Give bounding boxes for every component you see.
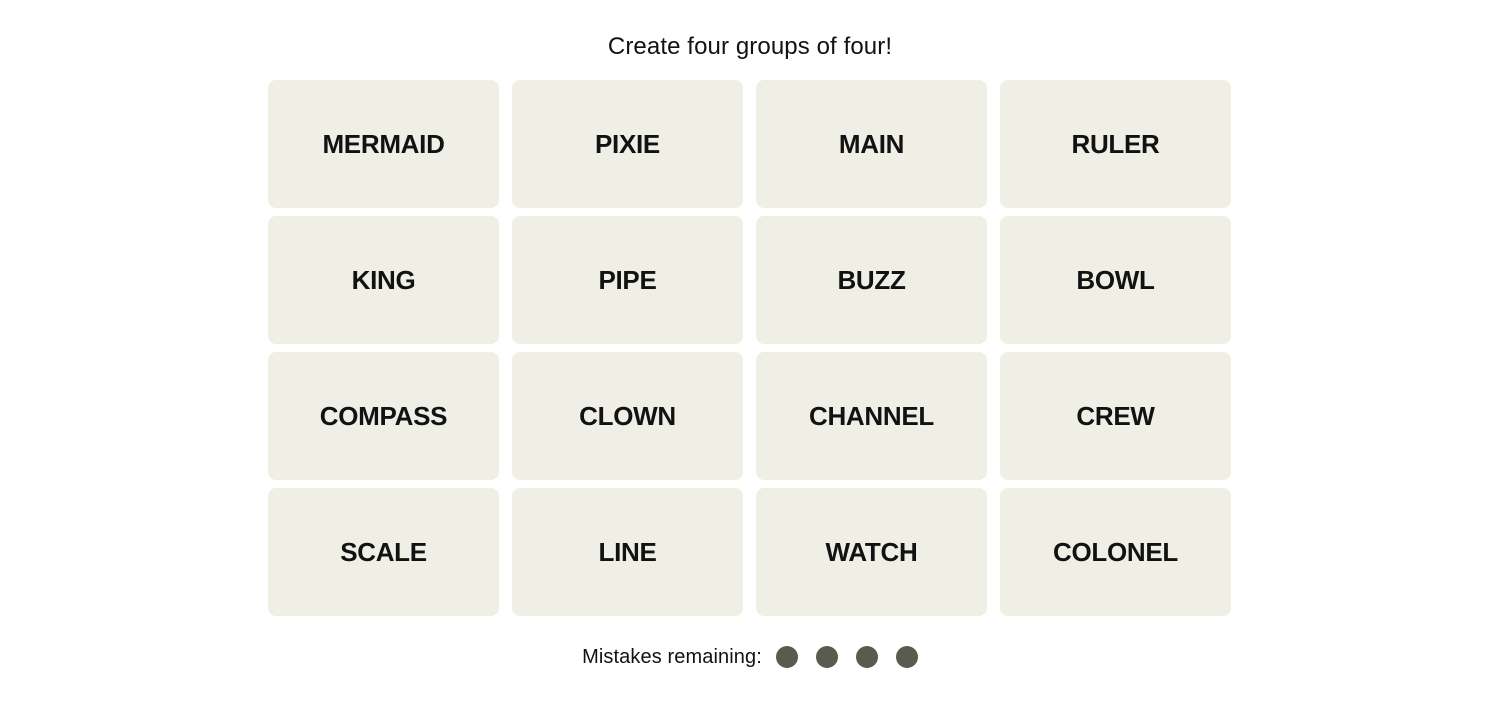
word-tile[interactable]: CHANNEL bbox=[756, 352, 987, 480]
mistakes-remaining-bar: Mistakes remaining: bbox=[582, 642, 918, 672]
word-tile-label: MERMAID bbox=[322, 129, 445, 159]
mistakes-remaining-label: Mistakes remaining: bbox=[582, 646, 762, 668]
word-tile[interactable]: MERMAID bbox=[268, 80, 499, 208]
word-tile-label: COMPASS bbox=[319, 401, 448, 431]
word-tile-label: KING bbox=[351, 265, 416, 295]
mistake-dot-icon bbox=[855, 646, 878, 668]
word-tile[interactable]: MAIN bbox=[756, 80, 987, 208]
word-tile-label: SCALE bbox=[340, 537, 427, 567]
word-tile-label: COLONEL bbox=[1052, 537, 1178, 567]
word-tile[interactable]: COMPASS bbox=[268, 352, 499, 480]
word-tile-label: PIPE bbox=[598, 265, 657, 295]
word-tile-label: MAIN bbox=[838, 129, 905, 159]
word-tile-label: BUZZ bbox=[837, 265, 906, 295]
word-tile-label: WATCH bbox=[825, 537, 918, 567]
word-tile[interactable]: CLOWN bbox=[512, 352, 743, 480]
word-tile-label: PIXIE bbox=[595, 129, 660, 159]
word-tile[interactable]: WATCH bbox=[756, 488, 987, 616]
word-tile-label: LINE bbox=[598, 537, 657, 567]
word-tile[interactable]: COLONEL bbox=[1000, 488, 1231, 616]
mistake-dot-icon bbox=[895, 646, 918, 668]
word-tile[interactable]: LINE bbox=[512, 488, 743, 616]
word-tile-label: RULER bbox=[1071, 129, 1160, 159]
page-title: Create four groups of four! bbox=[607, 33, 893, 60]
word-tile[interactable]: PIXIE bbox=[512, 80, 743, 208]
mistake-dot-icon bbox=[815, 646, 838, 668]
mistake-dots bbox=[775, 646, 918, 668]
connections-game: Create four groups of four! MERMAID PIXI… bbox=[0, 0, 1500, 727]
word-grid: MERMAID PIXIE MAIN RULER KING PIPE BUZZ … bbox=[268, 80, 1232, 616]
word-tile[interactable]: BUZZ bbox=[756, 216, 987, 344]
word-tile-label: CREW bbox=[1076, 401, 1155, 431]
word-tile[interactable]: CREW bbox=[1000, 352, 1231, 480]
word-tile[interactable]: KING bbox=[268, 216, 499, 344]
word-tile-label: CHANNEL bbox=[808, 401, 934, 431]
word-tile[interactable]: PIPE bbox=[512, 216, 743, 344]
word-tile-label: CLOWN bbox=[579, 401, 676, 431]
word-tile[interactable]: BOWL bbox=[1000, 216, 1231, 344]
mistake-dot-icon bbox=[775, 646, 798, 668]
word-tile[interactable]: SCALE bbox=[268, 488, 499, 616]
word-tile[interactable]: RULER bbox=[1000, 80, 1231, 208]
word-tile-label: BOWL bbox=[1076, 265, 1155, 295]
